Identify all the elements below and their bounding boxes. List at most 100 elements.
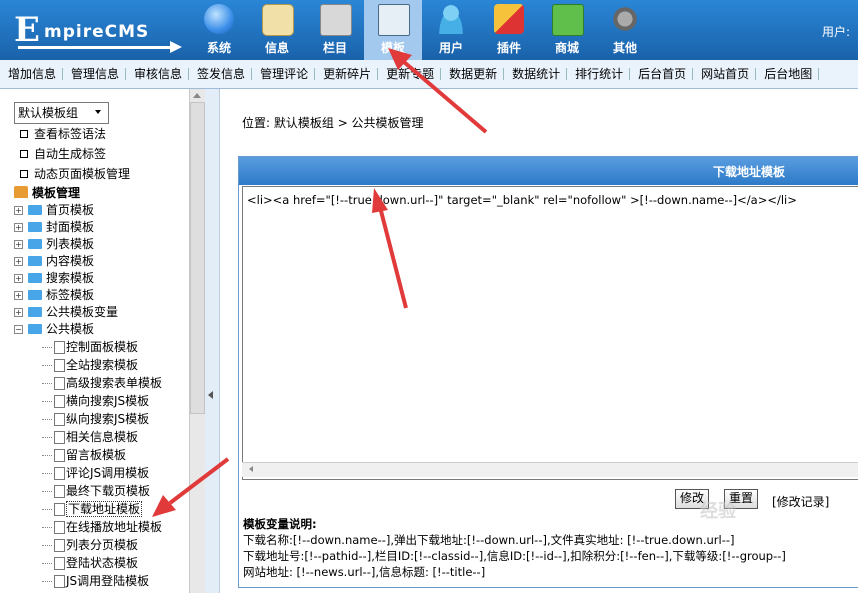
leaf-label: 最终下载页模板 bbox=[66, 484, 151, 498]
tree-leaf[interactable]: 登陆状态模板 bbox=[14, 554, 162, 572]
tree-folder-public-templates[interactable]: − 公共模板 bbox=[14, 321, 162, 338]
nav-plugin[interactable]: 插件 bbox=[480, 0, 538, 60]
nav-label: 插件 bbox=[496, 41, 521, 55]
tree-folder-tag-templates[interactable]: + 标签模板 bbox=[14, 287, 162, 304]
link-auto-generate-tag[interactable]: 自动生成标签 bbox=[20, 144, 130, 164]
subnav-sign-info[interactable]: 签发信息 bbox=[189, 60, 253, 88]
nav-info[interactable]: 信息 bbox=[248, 0, 306, 60]
tree-line bbox=[42, 527, 52, 528]
chevron-down-icon[interactable] bbox=[95, 110, 101, 114]
leaf-label: JS调用登陆模板 bbox=[66, 574, 150, 588]
subnav-manage-comments[interactable]: 管理评论 bbox=[252, 60, 316, 88]
tree-leaf[interactable]: 最终下载页模板 bbox=[14, 482, 162, 500]
scroll-up-icon[interactable] bbox=[193, 93, 201, 98]
subnav-update-fragments[interactable]: 更新碎片 bbox=[315, 60, 379, 88]
panel-title: 下载地址模板 bbox=[713, 165, 786, 179]
subnav-ranking-stats[interactable]: 排行统计 bbox=[567, 60, 631, 88]
edit-history-link[interactable]: [修改记录] bbox=[772, 493, 829, 510]
leaf-label: 控制面板模板 bbox=[66, 340, 139, 354]
tree-leaf[interactable]: 留言板模板 bbox=[14, 446, 162, 464]
leaf-label: 高级搜索表单模板 bbox=[66, 376, 163, 390]
expand-icon[interactable]: + bbox=[14, 274, 23, 283]
subnav-admin-home[interactable]: 后台首页 bbox=[630, 60, 694, 88]
link-dynamic-page-templates[interactable]: 动态页面模板管理 bbox=[20, 164, 130, 184]
tree-leaf[interactable]: 纵向搜索JS模板 bbox=[14, 410, 162, 428]
template-code-textarea[interactable]: <li><a href="[!--true.down.url--]" targe… bbox=[242, 186, 858, 480]
tree-leaf[interactable]: JS调用登陆模板 bbox=[14, 572, 162, 590]
expand-icon[interactable]: + bbox=[14, 257, 23, 266]
nav-label: 栏目 bbox=[322, 41, 347, 55]
document-icon bbox=[54, 485, 65, 498]
logo-text: mpireCMS bbox=[44, 22, 150, 42]
link-label: 动态页面模板管理 bbox=[34, 167, 131, 181]
tree-folder-search-templates[interactable]: + 搜索模板 bbox=[14, 270, 162, 287]
subnav-review-info[interactable]: 审核信息 bbox=[126, 60, 190, 88]
leaf-label: 纵向搜索JS模板 bbox=[66, 412, 150, 426]
expand-icon[interactable]: + bbox=[14, 240, 23, 249]
tree-leaf[interactable]: 相关信息模板 bbox=[14, 428, 162, 446]
expand-icon[interactable]: + bbox=[14, 308, 23, 317]
subnav-admin-map[interactable]: 后台地图 bbox=[756, 60, 820, 88]
scrollbar-thumb[interactable] bbox=[190, 102, 205, 414]
tree-folder-cover-templates[interactable]: + 封面模板 bbox=[14, 219, 162, 236]
collapse-icon[interactable]: − bbox=[14, 325, 23, 334]
tree-folder-public-vars[interactable]: + 公共模板变量 bbox=[14, 304, 162, 321]
nav-template[interactable]: 模板 bbox=[364, 0, 422, 60]
folder-icon bbox=[28, 273, 42, 283]
subnav-site-home[interactable]: 网站首页 bbox=[693, 60, 757, 88]
tree-root-template-management[interactable]: 模板管理 bbox=[14, 184, 162, 202]
template-code[interactable]: <li><a href="[!--true.down.url--]" targe… bbox=[247, 193, 797, 207]
nav-label: 商城 bbox=[554, 41, 579, 55]
tree-folder-content-templates[interactable]: + 内容模板 bbox=[14, 253, 162, 270]
nav-shop[interactable]: 商城 bbox=[538, 0, 596, 60]
link-view-tag-syntax[interactable]: 查看标签语法 bbox=[20, 124, 130, 144]
nav-system[interactable]: 系统 bbox=[190, 0, 248, 60]
link-label: 查看标签语法 bbox=[34, 127, 107, 141]
top-header: E mpireCMS 系统 信息 栏目 模板 用户 插件 商城 其他 用户: bbox=[0, 0, 858, 60]
expand-icon[interactable]: + bbox=[14, 223, 23, 232]
subnav-update-topics[interactable]: 更新专题 bbox=[378, 60, 442, 88]
empirecms-logo[interactable]: E mpireCMS bbox=[10, 8, 182, 53]
collapse-left-icon[interactable] bbox=[208, 391, 213, 399]
breadcrumb-path[interactable]: 默认模板组 > 公共模板管理 bbox=[274, 116, 424, 130]
expand-icon[interactable]: + bbox=[14, 291, 23, 300]
nav-column[interactable]: 栏目 bbox=[306, 0, 364, 60]
subnav-manage-info[interactable]: 管理信息 bbox=[63, 60, 127, 88]
folder-icon bbox=[28, 222, 42, 232]
tree-line bbox=[42, 347, 52, 348]
tree-leaf-selected[interactable]: 下载地址模板 bbox=[14, 500, 162, 518]
main-nav: 系统 信息 栏目 模板 用户 插件 商城 其他 bbox=[190, 0, 654, 60]
tree-leaf[interactable]: 全站搜索模板 bbox=[14, 356, 162, 374]
nav-other[interactable]: 其他 bbox=[596, 0, 654, 60]
tree-leaf[interactable]: 列表分页模板 bbox=[14, 536, 162, 554]
nav-user[interactable]: 用户 bbox=[422, 0, 480, 60]
tree-folder-home-templates[interactable]: + 首页模板 bbox=[14, 202, 162, 219]
tree-leaf[interactable]: 横向搜索JS模板 bbox=[14, 392, 162, 410]
breadcrumb: 位置: 默认模板组 > 公共模板管理 bbox=[242, 114, 424, 131]
subnav-data-update[interactable]: 数据更新 bbox=[441, 60, 505, 88]
tree-line bbox=[42, 545, 52, 546]
tree-leaf[interactable]: 高级搜索表单模板 bbox=[14, 374, 162, 392]
folder-icon bbox=[28, 239, 42, 249]
square-bullet-icon bbox=[20, 170, 28, 178]
scroll-left-icon[interactable] bbox=[249, 466, 253, 472]
subnav-add-info[interactable]: 增加信息 bbox=[0, 60, 64, 88]
leaf-label: 全站搜索模板 bbox=[66, 358, 139, 372]
tree-leaf[interactable]: 控制面板模板 bbox=[14, 338, 162, 356]
document-icon bbox=[54, 395, 65, 408]
user-label: 用户: bbox=[822, 25, 851, 39]
expand-icon[interactable]: + bbox=[14, 206, 23, 215]
tree-leaf[interactable]: 评论JS调用模板 bbox=[14, 464, 162, 482]
document-icon bbox=[54, 359, 65, 372]
sub-nav: 增加信息 管理信息 审核信息 签发信息 管理评论 更新碎片 更新专题 数据更新 … bbox=[0, 60, 858, 89]
tree-line bbox=[42, 455, 52, 456]
tree-leaf[interactable]: 在线播放地址模板 bbox=[14, 518, 162, 536]
tools-icon bbox=[494, 4, 524, 34]
tree-folder-list-templates[interactable]: + 列表模板 bbox=[14, 236, 162, 253]
folder-label: 公共模板 bbox=[46, 322, 95, 336]
subnav-data-stats[interactable]: 数据统计 bbox=[504, 60, 568, 88]
tree-line bbox=[42, 365, 52, 366]
horizontal-scrollbar[interactable] bbox=[242, 462, 858, 477]
sidebar-splitter[interactable] bbox=[205, 89, 220, 593]
square-bullet-icon bbox=[20, 150, 28, 158]
